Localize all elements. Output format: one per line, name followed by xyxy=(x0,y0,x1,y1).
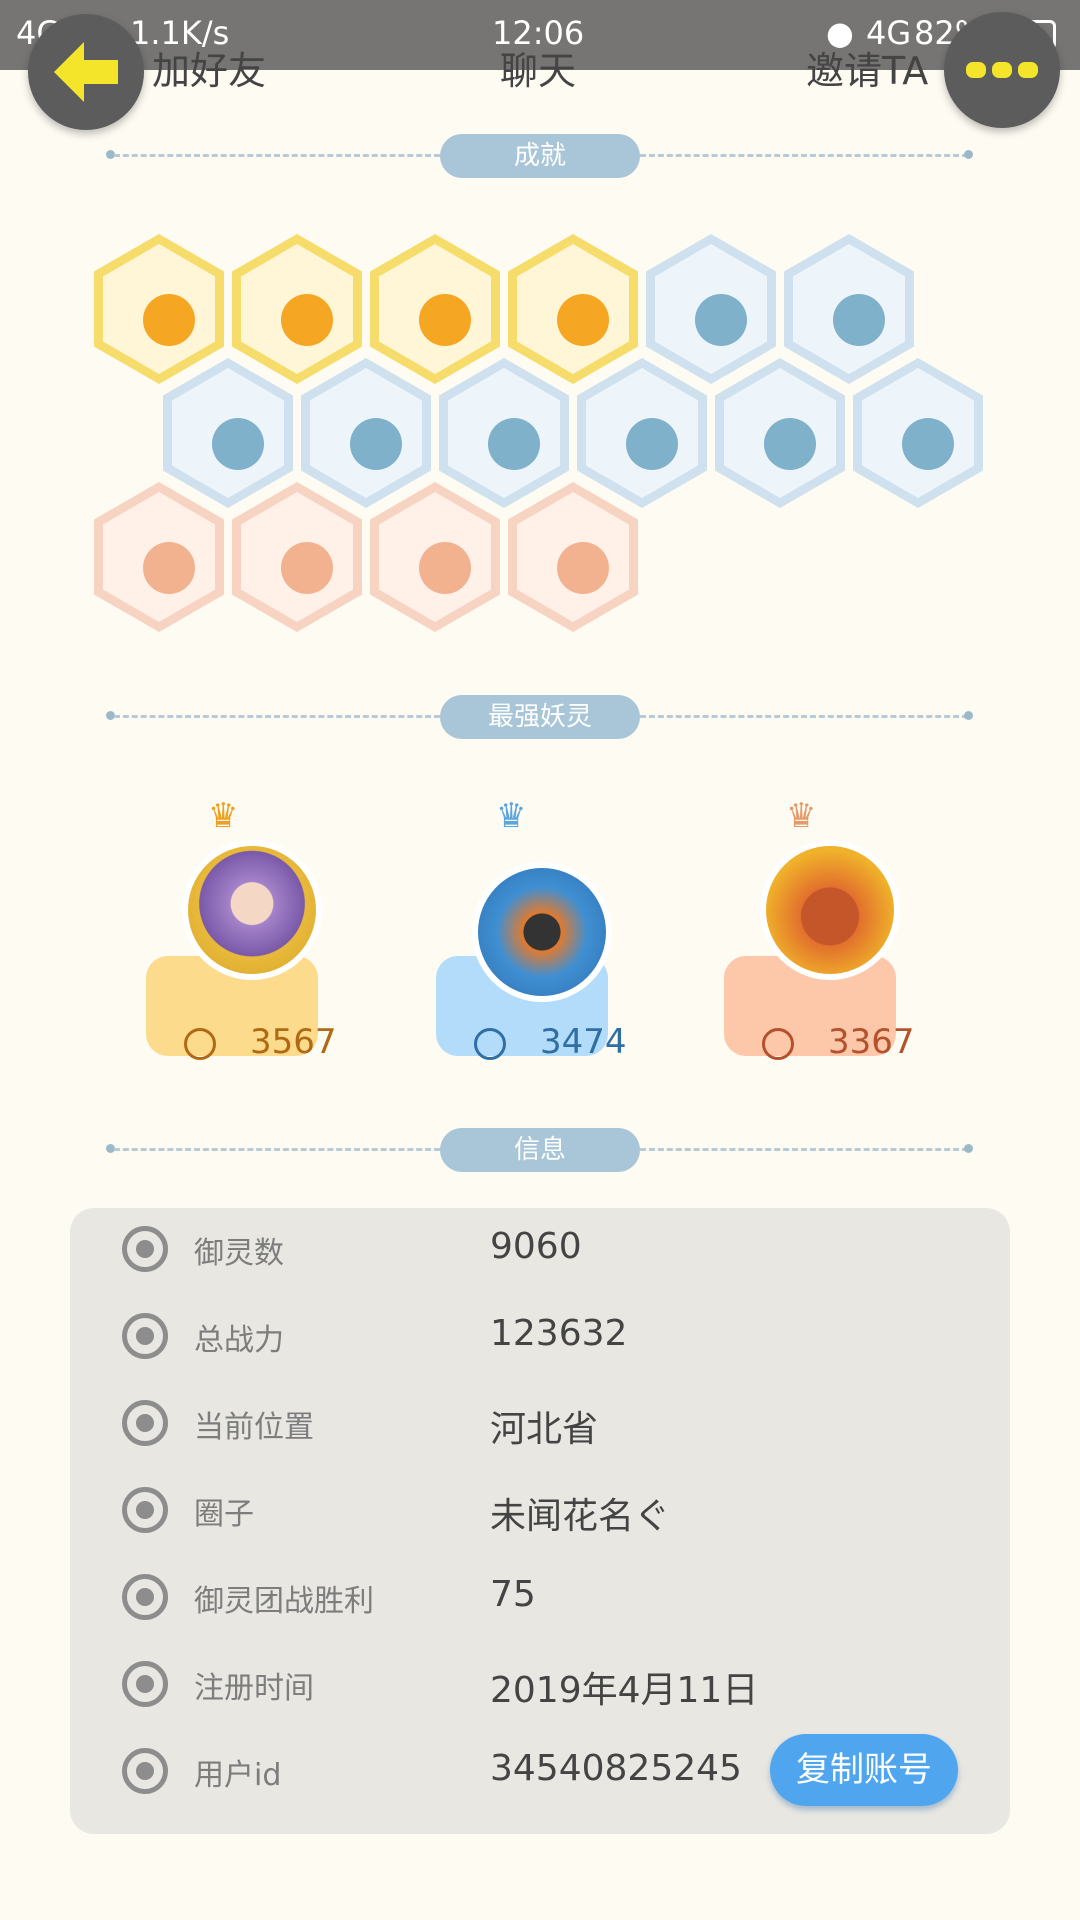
spirit-avatar-1[interactable] xyxy=(182,840,322,980)
info-label-user-id: 用户id xyxy=(194,1758,282,1793)
achievement-badge-01[interactable] xyxy=(94,234,224,384)
id-card-icon xyxy=(122,1748,168,1794)
info-value-circle: 未闻花名ぐ xyxy=(490,1496,671,1537)
trophy-icon xyxy=(122,1574,168,1620)
achievement-badge-16[interactable] xyxy=(508,482,638,632)
achievement-badge-07[interactable] xyxy=(163,358,293,508)
info-value-location: 河北省 xyxy=(490,1409,599,1450)
achievement-badge-04[interactable] xyxy=(508,234,638,384)
divider-line xyxy=(114,715,440,718)
achievement-grid xyxy=(0,0,1080,660)
location-pin-icon xyxy=(122,1400,168,1446)
info-value-spirit-count: 9060 xyxy=(490,1226,582,1267)
achievement-badge-09[interactable] xyxy=(439,358,569,508)
info-value-user-id: 34540825245 xyxy=(490,1748,742,1789)
achievement-emblem-icon xyxy=(626,418,678,470)
achievement-badge-14[interactable] xyxy=(232,482,362,632)
section-title-info: 信息 xyxy=(440,1128,640,1172)
achievement-emblem-icon xyxy=(350,418,402,470)
divider-line xyxy=(114,1148,440,1151)
crown-icon: ♛ xyxy=(496,796,527,836)
achievement-badge-12[interactable] xyxy=(853,358,983,508)
sword-icon xyxy=(762,1028,794,1060)
sword-icon xyxy=(184,1028,216,1060)
copy-account-button[interactable]: 复制账号 xyxy=(770,1734,958,1806)
spirit-power-2: 3474 xyxy=(540,1022,627,1062)
achievement-badge-10[interactable] xyxy=(577,358,707,508)
achievement-emblem-icon xyxy=(419,542,471,594)
achievement-emblem-icon xyxy=(902,418,954,470)
achievement-emblem-icon xyxy=(695,294,747,346)
achievement-badge-15[interactable] xyxy=(370,482,500,632)
achievement-emblem-icon xyxy=(833,294,885,346)
info-label-team-wins: 御灵团战胜利 xyxy=(194,1584,374,1619)
achievement-emblem-icon xyxy=(419,294,471,346)
clock-icon xyxy=(122,1661,168,1707)
achievement-emblem-icon xyxy=(557,294,609,346)
achievement-badge-02[interactable] xyxy=(232,234,362,384)
divider-line xyxy=(640,1148,968,1151)
info-value-team-wins: 75 xyxy=(490,1574,536,1615)
crown-icon: ♛ xyxy=(786,796,817,836)
crown-icon: ♛ xyxy=(208,796,239,836)
info-label-circle: 圈子 xyxy=(194,1497,254,1532)
achievement-badge-06[interactable] xyxy=(784,234,914,384)
sword-icon xyxy=(474,1028,506,1060)
achievement-badge-08[interactable] xyxy=(301,358,431,508)
spirit-icon xyxy=(122,1226,168,1272)
info-value-total-power: 123632 xyxy=(490,1313,628,1354)
achievement-emblem-icon xyxy=(143,542,195,594)
spirit-avatar-2[interactable] xyxy=(472,862,612,1002)
achievement-badge-11[interactable] xyxy=(715,358,845,508)
spirit-power-1: 3567 xyxy=(250,1022,337,1062)
divider-line xyxy=(640,715,968,718)
achievement-emblem-icon xyxy=(281,294,333,346)
achievement-emblem-icon xyxy=(557,542,609,594)
info-label-spirit-count: 御灵数 xyxy=(194,1236,284,1271)
info-label-total-power: 总战力 xyxy=(194,1323,284,1358)
sword-icon xyxy=(122,1313,168,1359)
spirit-power-3: 3367 xyxy=(828,1022,915,1062)
achievement-badge-03[interactable] xyxy=(370,234,500,384)
divider-dot xyxy=(964,711,973,720)
achievement-badge-05[interactable] xyxy=(646,234,776,384)
divider-dot xyxy=(964,1144,973,1153)
achievement-emblem-icon xyxy=(212,418,264,470)
info-value-register-date: 2019年4月11日 xyxy=(490,1670,759,1711)
achievement-emblem-icon xyxy=(764,418,816,470)
spirit-avatar-3[interactable] xyxy=(760,840,900,980)
section-title-strongest: 最强妖灵 xyxy=(440,695,640,739)
achievement-emblem-icon xyxy=(281,542,333,594)
info-label-location: 当前位置 xyxy=(194,1410,314,1445)
circle-group-icon xyxy=(122,1487,168,1533)
info-label-register-date: 注册时间 xyxy=(194,1671,314,1706)
achievement-emblem-icon xyxy=(143,294,195,346)
achievement-badge-13[interactable] xyxy=(94,482,224,632)
achievement-emblem-icon xyxy=(488,418,540,470)
